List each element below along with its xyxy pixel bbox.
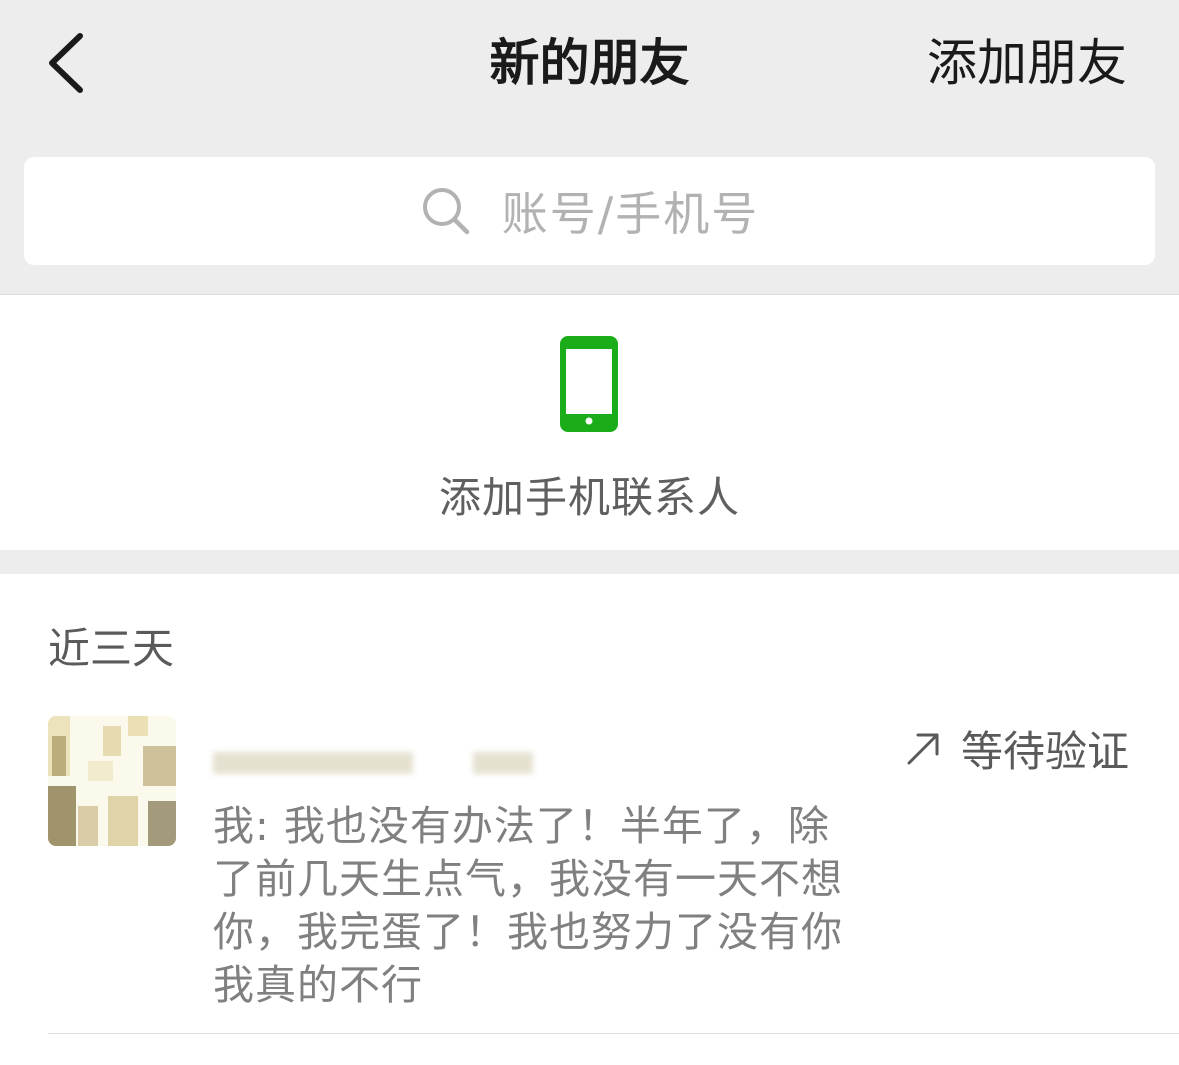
list-divider xyxy=(48,1033,1179,1034)
search-placeholder: 账号/手机号 xyxy=(501,187,760,241)
back-button[interactable] xyxy=(40,28,100,98)
search-icon xyxy=(422,188,469,235)
smartphone-icon xyxy=(560,336,618,432)
navigation-header: 新的朋友 添加朋友 账号/手机号 xyxy=(0,0,1179,295)
friend-request-item[interactable]: 我: 我也没有办法了！半年了，除了前几天生点气，我没有一天不想你，我完蛋了！我也… xyxy=(0,700,1179,1035)
status-badge: 等待验证 xyxy=(903,718,1129,779)
add-phone-contacts-label: 添加手机联系人 xyxy=(438,473,740,522)
section-title-recent: 近三天 xyxy=(48,624,175,673)
add-friend-button[interactable]: 添加朋友 xyxy=(927,28,1127,98)
add-phone-contacts-button[interactable]: 添加手机联系人 xyxy=(0,296,1179,550)
avatar-image xyxy=(48,716,176,846)
chevron-left-icon xyxy=(49,33,83,93)
contact-name xyxy=(213,740,543,784)
status-text: 等待验证 xyxy=(960,727,1129,776)
avatar xyxy=(48,716,176,846)
section-divider xyxy=(0,550,1179,574)
redacted-name xyxy=(213,752,533,774)
request-message: 我: 我也没有办法了！半年了，除了前几天生点气，我没有一天不想你，我完蛋了！我也… xyxy=(213,802,843,1009)
search-input[interactable]: 账号/手机号 xyxy=(24,157,1155,265)
arrow-up-right-icon xyxy=(907,733,939,764)
